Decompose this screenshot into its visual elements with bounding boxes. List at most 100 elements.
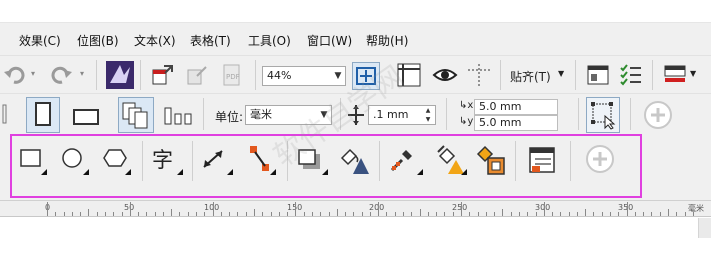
unit-label: 单位:	[215, 110, 244, 124]
units-select[interactable]: 毫米 ▼	[245, 105, 332, 125]
all-pages-button[interactable]	[118, 97, 154, 133]
dimension-tool-icon[interactable]	[200, 146, 226, 172]
ruler-tick	[626, 202, 628, 216]
welcome-screen-icon[interactable]	[585, 62, 611, 88]
ruler-tick	[560, 212, 562, 216]
all-pages-icon	[122, 102, 148, 129]
ruler-tick	[386, 212, 388, 216]
ruler-tick	[63, 212, 65, 216]
ruler-tick	[146, 212, 148, 216]
ruler-tick	[494, 212, 496, 216]
ruler-tick	[427, 212, 429, 216]
nudge-distance-input[interactable]: .1 mm ▲ ▼	[368, 105, 436, 125]
separator	[515, 141, 516, 181]
ruler-tick	[403, 212, 405, 216]
separator	[142, 141, 143, 181]
ruler-tick	[378, 202, 380, 216]
add-tool-icon[interactable]	[584, 143, 616, 175]
ruler-tick	[419, 209, 421, 216]
svg-text:PDF: PDF	[226, 73, 240, 81]
ruler-tick	[394, 212, 396, 216]
ruler-tick	[212, 202, 214, 216]
corel-connect-icon[interactable]	[106, 61, 134, 89]
menu-table[interactable]: 表格(T)	[190, 32, 231, 49]
ruler-tick	[477, 212, 479, 216]
ruler-tick	[576, 212, 578, 216]
ruler-tick	[113, 212, 115, 216]
publish-pdf-icon[interactable]: PDF	[220, 62, 246, 88]
snap-to-dropdown[interactable]: 贴齐(T)	[510, 68, 551, 85]
ruler-tick	[461, 202, 462, 216]
menu-bitmaps[interactable]: 位图(B)	[77, 32, 119, 49]
menu-window[interactable]: 窗口(W)	[307, 32, 352, 49]
units-value: 毫米	[250, 108, 272, 121]
options-checklist-icon[interactable]	[618, 62, 644, 88]
landscape-page-icon[interactable]	[70, 103, 102, 129]
ruler-tick	[543, 202, 545, 216]
undo-icon[interactable]	[2, 62, 28, 88]
ruler-tick	[535, 212, 537, 216]
separator	[340, 98, 341, 130]
menu-effects[interactable]: 效果(C)	[19, 32, 61, 49]
flyout-triangle-icon	[83, 169, 89, 175]
vertical-scrollbar[interactable]	[698, 218, 711, 238]
ruler-tick	[80, 212, 82, 216]
ruler-tick	[237, 212, 239, 216]
flyout-triangle-icon	[227, 169, 233, 175]
show-guidelines-icon[interactable]	[466, 62, 492, 88]
separator	[287, 141, 288, 181]
menu-help[interactable]: 帮助(H)	[366, 32, 408, 49]
ruler-tick	[71, 212, 73, 216]
redo-dropdown-icon[interactable]: ▾	[80, 69, 84, 78]
redo-icon[interactable]	[48, 62, 74, 88]
undo-dropdown-icon[interactable]: ▾	[31, 69, 35, 78]
full-screen-preview-button[interactable]	[352, 62, 380, 90]
export-icon[interactable]	[185, 62, 211, 88]
separator	[255, 60, 256, 90]
separator	[652, 60, 653, 90]
zoom-level-select[interactable]: 44% ▼	[262, 66, 346, 86]
chevron-down-icon: ▼	[320, 110, 328, 120]
color-eyedropper-icon[interactable]	[388, 144, 418, 174]
ruler-tick	[510, 212, 512, 216]
ruler-tick	[47, 202, 48, 216]
text-tool-icon[interactable]: 字	[152, 144, 173, 174]
property-bar: 单位: 毫米 ▼ .1 mm ▲ ▼ ↳x 5.0 mm ↳y 5.0 mm	[0, 93, 711, 134]
ruler-tick	[593, 212, 595, 216]
spinner-icon[interactable]: ▲ ▼	[421, 106, 435, 124]
duplicate-distance-y-input[interactable]: 5.0 mm	[474, 115, 558, 131]
ruler-tick	[345, 212, 347, 216]
ruler-tick	[295, 202, 297, 216]
import-icon[interactable]	[150, 62, 176, 88]
flyout-triangle-icon	[322, 169, 328, 175]
ruler-tick	[684, 212, 686, 216]
separator	[379, 141, 380, 181]
ruler-tick	[444, 212, 446, 216]
ruler-tick	[287, 212, 289, 216]
transparency-tool-icon[interactable]	[337, 144, 373, 176]
view-eye-icon[interactable]	[432, 62, 458, 88]
current-page-icon[interactable]	[162, 102, 194, 128]
ruler-tick	[336, 209, 338, 216]
ruler-tick	[328, 212, 330, 216]
ruler-tick	[601, 212, 603, 216]
snap-to-chevron-icon[interactable]: ▼	[558, 69, 564, 78]
menu-tools[interactable]: 工具(O)	[248, 32, 291, 49]
menu-text[interactable]: 文本(X)	[134, 32, 176, 49]
separator	[500, 60, 501, 90]
add-property-icon[interactable]	[642, 99, 674, 131]
show-rulers-icon[interactable]	[396, 62, 422, 88]
ruler-tick	[88, 209, 90, 216]
separator	[96, 60, 97, 90]
portrait-button[interactable]	[26, 97, 60, 133]
treat-as-filled-button[interactable]	[586, 97, 620, 133]
object-properties-icon[interactable]	[526, 144, 558, 176]
duplicate-distance-x-input[interactable]: 5.0 mm	[474, 99, 558, 115]
drop-shadow-tool-icon[interactable]	[296, 146, 322, 172]
launcher-chevron-icon[interactable]: ▼	[690, 69, 696, 78]
application-launcher-icon[interactable]	[662, 62, 688, 88]
flyout-triangle-icon	[177, 169, 183, 175]
ruler-tick	[411, 212, 413, 216]
ruler-tick-label: 250	[452, 203, 468, 212]
smart-fill-icon[interactable]	[474, 144, 508, 176]
